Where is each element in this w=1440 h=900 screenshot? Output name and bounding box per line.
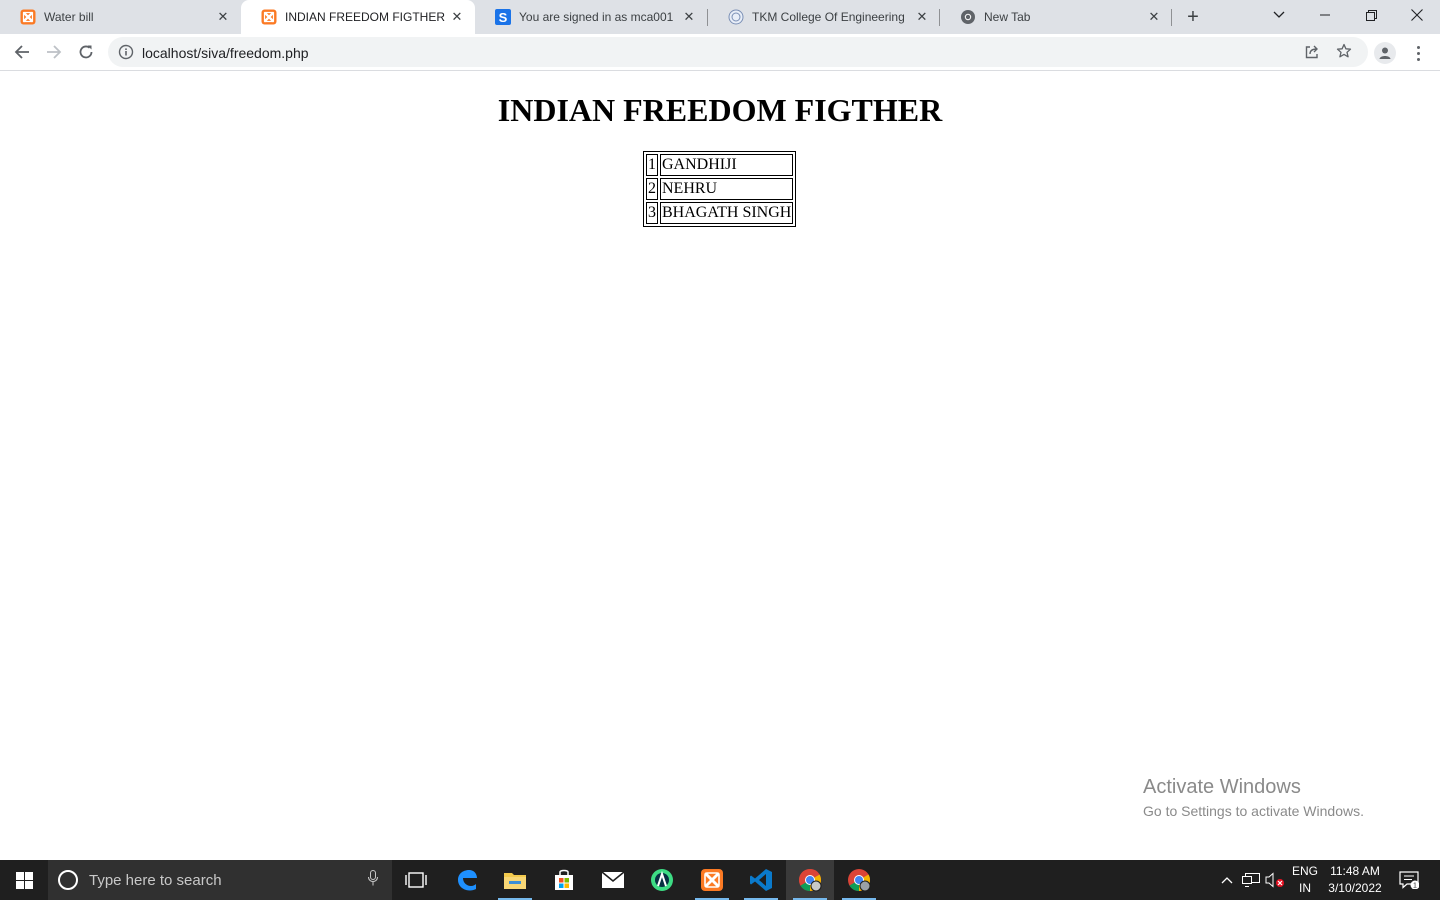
restore-button[interactable] bbox=[1348, 0, 1394, 30]
close-window-button[interactable] bbox=[1394, 0, 1440, 30]
tab-signed-in[interactable]: S You are signed in as mca001 ✕ bbox=[475, 0, 707, 34]
restore-icon bbox=[1365, 9, 1377, 21]
back-arrow-icon bbox=[14, 45, 29, 59]
tab-indian-freedom-fighter[interactable]: INDIAN FREEDOM FIGTHER ✕ bbox=[241, 0, 475, 34]
s-logo-icon: S bbox=[495, 9, 511, 25]
show-hidden-icons-chevron[interactable] bbox=[1216, 860, 1238, 900]
forward-arrow-icon bbox=[47, 45, 62, 59]
row-number: 2 bbox=[646, 178, 658, 200]
tab-strip: Water bill ✕ INDIAN FREEDOM FIGTHER ✕ S … bbox=[0, 0, 1440, 34]
watermark-title: Activate Windows bbox=[1143, 776, 1301, 798]
xampp-icon bbox=[261, 9, 277, 25]
table-row: 2 NEHRU bbox=[646, 178, 794, 200]
clock-date: 3/10/2022 bbox=[1328, 881, 1382, 895]
xampp-icon bbox=[20, 9, 36, 25]
fighter-name: BHAGATH SINGH bbox=[660, 202, 794, 224]
region-code: IN bbox=[1299, 881, 1311, 895]
watermark-subtitle: Go to Settings to activate Windows. bbox=[1143, 803, 1364, 819]
fighter-name: GANDHIJI bbox=[660, 154, 794, 176]
cortana-icon bbox=[58, 870, 78, 890]
url-text[interactable]: localhost/siva/freedom.php bbox=[142, 45, 309, 61]
freedom-fighter-table: 1 GANDHIJI 2 NEHRU 3 BHAGATH SINGH bbox=[643, 151, 797, 227]
new-tab-button[interactable]: + bbox=[1180, 5, 1206, 29]
android-studio-icon[interactable] bbox=[638, 860, 686, 900]
row-number: 1 bbox=[646, 154, 658, 176]
start-button[interactable] bbox=[0, 860, 48, 900]
edge-icon[interactable] bbox=[443, 860, 491, 900]
file-explorer-icon[interactable] bbox=[491, 860, 539, 900]
forward-button[interactable] bbox=[40, 38, 68, 66]
table-row: 3 BHAGATH SINGH bbox=[646, 202, 794, 224]
close-tab-icon[interactable]: ✕ bbox=[213, 7, 233, 27]
chrome-icon[interactable] bbox=[835, 860, 883, 900]
language-code: ENG bbox=[1291, 864, 1318, 878]
microphone-icon[interactable] bbox=[368, 869, 378, 891]
minimize-button[interactable] bbox=[1302, 0, 1348, 30]
address-bar[interactable]: localhost/siva/freedom.php bbox=[108, 37, 1368, 67]
tab-title: You are signed in as mca001 bbox=[519, 10, 674, 24]
language-indicator[interactable]: ENG IN bbox=[1288, 863, 1322, 897]
reload-button[interactable] bbox=[72, 38, 100, 66]
reload-icon bbox=[79, 45, 93, 59]
tab-title: Water bill bbox=[44, 10, 94, 24]
taskbar-search-box[interactable]: Type here to search bbox=[48, 860, 392, 900]
xampp-icon[interactable] bbox=[688, 860, 736, 900]
notification-icon: 1 bbox=[1399, 871, 1419, 889]
chevron-up-icon bbox=[1221, 877, 1233, 884]
store-icon[interactable] bbox=[540, 860, 588, 900]
back-button[interactable] bbox=[8, 38, 36, 66]
windows-logo-icon bbox=[15, 871, 33, 889]
clock[interactable]: 11:48 AM 3/10/2022 bbox=[1322, 863, 1388, 897]
table-row: 1 GANDHIJI bbox=[646, 154, 794, 176]
vscode-icon[interactable] bbox=[737, 860, 785, 900]
tab-title: INDIAN FREEDOM FIGTHER bbox=[285, 10, 446, 24]
tab-water-bill[interactable]: Water bill ✕ bbox=[0, 0, 241, 34]
network-icon[interactable] bbox=[1240, 860, 1262, 900]
page-heading: INDIAN FREEDOM FIGTHER bbox=[497, 92, 943, 128]
volume-muted-icon[interactable] bbox=[1264, 860, 1286, 900]
close-icon bbox=[1411, 9, 1423, 21]
share-icon[interactable] bbox=[1304, 44, 1320, 65]
tab-tkm-college[interactable]: TKM College Of Engineering ✕ bbox=[708, 0, 940, 34]
page-content: INDIAN FREEDOM FIGTHER 1 GANDHIJI 2 NEHR… bbox=[0, 72, 1440, 860]
activate-windows-watermark: Activate Windows Go to Settings to activ… bbox=[1143, 776, 1364, 819]
clock-time: 11:48 AM bbox=[1330, 864, 1380, 878]
tab-separator bbox=[1171, 9, 1172, 26]
chrome-icon[interactable] bbox=[786, 860, 834, 900]
task-view-icon[interactable] bbox=[392, 860, 440, 900]
notification-center-button[interactable]: 1 bbox=[1394, 860, 1424, 900]
close-tab-icon[interactable]: ✕ bbox=[912, 7, 932, 27]
close-tab-icon[interactable]: ✕ bbox=[679, 7, 699, 27]
notification-count: 1 bbox=[1413, 883, 1417, 890]
fighter-name: NEHRU bbox=[660, 178, 794, 200]
profile-avatar-icon[interactable] bbox=[1374, 42, 1396, 64]
svg-text:S: S bbox=[499, 10, 508, 25]
search-placeholder: Type here to search bbox=[89, 871, 222, 889]
close-tab-icon[interactable]: ✕ bbox=[447, 7, 467, 27]
minimize-icon bbox=[1320, 14, 1330, 16]
tab-title: New Tab bbox=[984, 10, 1031, 24]
college-seal-icon bbox=[728, 9, 744, 25]
mail-icon[interactable] bbox=[589, 860, 637, 900]
windows-taskbar: Type here to search ENG IN 11:48 AM 3/10… bbox=[0, 860, 1440, 900]
bookmark-star-icon[interactable] bbox=[1336, 43, 1352, 64]
browser-toolbar: localhost/siva/freedom.php bbox=[0, 34, 1440, 71]
tab-title: TKM College Of Engineering bbox=[752, 10, 905, 24]
tab-search-button[interactable] bbox=[1256, 0, 1302, 30]
close-tab-icon[interactable]: ✕ bbox=[1144, 7, 1164, 27]
row-number: 3 bbox=[646, 202, 658, 224]
chrome-menu-icon[interactable] bbox=[1410, 42, 1426, 64]
tab-new-tab[interactable]: New Tab ✕ bbox=[940, 0, 1172, 34]
chevron-down-icon bbox=[1273, 11, 1285, 18]
info-icon[interactable] bbox=[118, 44, 134, 60]
chrome-icon bbox=[960, 9, 976, 25]
